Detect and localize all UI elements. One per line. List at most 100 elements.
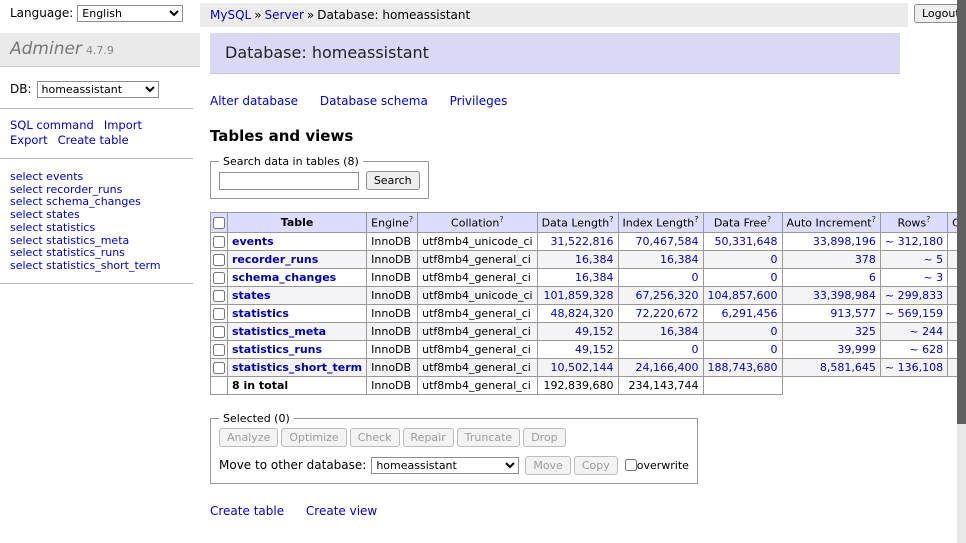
- row-checkbox[interactable]: [213, 344, 225, 356]
- database-schema-link[interactable]: Database schema: [320, 94, 428, 108]
- value-link[interactable]: 10,502,144: [551, 361, 614, 374]
- value-link[interactable]: 913,577: [830, 307, 876, 320]
- value-link[interactable]: 0: [692, 343, 699, 356]
- value-link[interactable]: 49,152: [575, 343, 614, 356]
- value-link[interactable]: 70,467,584: [636, 235, 699, 248]
- help-icon[interactable]: ?: [694, 215, 698, 224]
- row-checkbox[interactable]: [213, 236, 225, 248]
- adminer-app: Language:English MySQL»Server»Database: …: [0, 0, 966, 543]
- help-icon[interactable]: ?: [926, 215, 930, 224]
- create-view-link[interactable]: Create view: [306, 504, 377, 518]
- value-link[interactable]: 16,384: [660, 253, 699, 266]
- help-icon[interactable]: ?: [409, 215, 413, 224]
- vertical-scrollbar[interactable]: [957, 0, 966, 543]
- import-link[interactable]: Import: [104, 118, 142, 132]
- table-link[interactable]: statistics_short_term: [232, 361, 362, 374]
- help-icon[interactable]: ?: [872, 215, 876, 224]
- value-link[interactable]: 6,291,456: [722, 307, 778, 320]
- sql-command-link[interactable]: SQL command: [10, 118, 94, 132]
- drop-button[interactable]: Drop: [523, 428, 565, 447]
- export-link[interactable]: Export: [10, 133, 48, 147]
- create-table-link-main[interactable]: Create table: [210, 504, 284, 518]
- sidebar-table-link[interactable]: select statistics: [10, 222, 190, 235]
- value-link[interactable]: 48,824,320: [551, 307, 614, 320]
- table-link[interactable]: statistics_runs: [232, 343, 322, 356]
- total-label-cell: 8 in total: [228, 376, 367, 394]
- value-link[interactable]: 67,256,320: [636, 289, 699, 302]
- value-link[interactable]: ~ 299,833: [885, 289, 943, 302]
- value-link[interactable]: 16,384: [575, 253, 614, 266]
- column-header-label: Data Length: [542, 217, 610, 230]
- move-database-select[interactable]: homeassistant: [371, 457, 519, 474]
- value-link[interactable]: 8,581,645: [820, 361, 876, 374]
- value-link[interactable]: ~ 312,180: [885, 235, 943, 248]
- value-link[interactable]: ~ 569,159: [885, 307, 943, 320]
- table-link[interactable]: states: [232, 289, 271, 302]
- create-table-link[interactable]: Create table: [58, 133, 129, 147]
- value-link[interactable]: 33,898,196: [813, 235, 876, 248]
- row-checkbox[interactable]: [213, 308, 225, 320]
- value-link[interactable]: ~ 244: [909, 325, 943, 338]
- breadcrumb-mysql-link[interactable]: MySQL: [210, 8, 251, 22]
- help-icon[interactable]: ?: [609, 215, 613, 224]
- db-select[interactable]: homeassistant: [37, 81, 159, 98]
- total-data-length-cell: 192,839,680: [537, 376, 618, 394]
- value-link[interactable]: 0: [771, 253, 778, 266]
- value-link[interactable]: 39,999: [837, 343, 876, 356]
- value-link[interactable]: ~ 136,108: [885, 361, 943, 374]
- value-link[interactable]: 0: [692, 271, 699, 284]
- optimize-button[interactable]: Optimize: [281, 428, 346, 447]
- adminer-logo-link[interactable]: Adminer4.7.9: [10, 39, 114, 59]
- value-link[interactable]: 33,398,984: [813, 289, 876, 302]
- value-link[interactable]: 0: [771, 271, 778, 284]
- sidebar-table-link[interactable]: select states: [10, 209, 190, 222]
- privileges-link[interactable]: Privileges: [450, 94, 508, 108]
- value-link[interactable]: ~ 5: [923, 253, 943, 266]
- value-link[interactable]: 49,152: [575, 325, 614, 338]
- overwrite-checkbox[interactable]: [625, 459, 637, 471]
- check-button[interactable]: Check: [350, 428, 400, 447]
- table-link[interactable]: recorder_runs: [232, 253, 318, 266]
- breadcrumb-server-link[interactable]: Server: [265, 8, 304, 22]
- value-link[interactable]: ~ 3: [923, 271, 943, 284]
- language-select[interactable]: English: [77, 5, 183, 22]
- help-icon[interactable]: ?: [499, 215, 503, 224]
- value-link[interactable]: 0: [771, 343, 778, 356]
- value-link[interactable]: ~ 628: [909, 343, 943, 356]
- row-checkbox[interactable]: [213, 272, 225, 284]
- table-link[interactable]: statistics_meta: [232, 325, 326, 338]
- value-link[interactable]: 378: [855, 253, 876, 266]
- move-button[interactable]: Move: [525, 456, 571, 475]
- repair-button[interactable]: Repair: [403, 428, 454, 447]
- value-link[interactable]: 0: [771, 325, 778, 338]
- value-link[interactable]: 72,220,672: [636, 307, 699, 320]
- table-link[interactable]: statistics: [232, 307, 289, 320]
- table-link[interactable]: events: [232, 235, 274, 248]
- value-link[interactable]: 188,743,680: [708, 361, 778, 374]
- analyze-button[interactable]: Analyze: [219, 428, 278, 447]
- value-link[interactable]: 325: [855, 325, 876, 338]
- copy-button[interactable]: Copy: [574, 456, 618, 475]
- sidebar-table-link[interactable]: select events: [10, 171, 190, 184]
- value-link[interactable]: 6: [869, 271, 876, 284]
- alter-database-link[interactable]: Alter database: [210, 94, 298, 108]
- table-link[interactable]: schema_changes: [232, 271, 336, 284]
- row-checkbox[interactable]: [213, 326, 225, 338]
- search-input[interactable]: [219, 172, 359, 190]
- sidebar-table-link[interactable]: select statistics_short_term: [10, 260, 190, 273]
- truncate-button[interactable]: Truncate: [457, 428, 520, 447]
- value-link[interactable]: 24,166,400: [636, 361, 699, 374]
- value-link[interactable]: 31,522,816: [551, 235, 614, 248]
- row-checkbox[interactable]: [213, 362, 225, 374]
- value-link[interactable]: 16,384: [660, 325, 699, 338]
- search-button[interactable]: Search: [366, 171, 420, 190]
- help-icon[interactable]: ?: [767, 215, 771, 224]
- value-link[interactable]: 16,384: [575, 271, 614, 284]
- value-link[interactable]: 101,859,328: [544, 289, 614, 302]
- value-link[interactable]: 104,857,600: [708, 289, 778, 302]
- select-all-checkbox[interactable]: [213, 217, 225, 229]
- scrollbar-thumb[interactable]: [957, 0, 966, 424]
- row-checkbox[interactable]: [213, 290, 225, 302]
- row-checkbox[interactable]: [213, 254, 225, 266]
- value-link[interactable]: 50,331,648: [715, 235, 778, 248]
